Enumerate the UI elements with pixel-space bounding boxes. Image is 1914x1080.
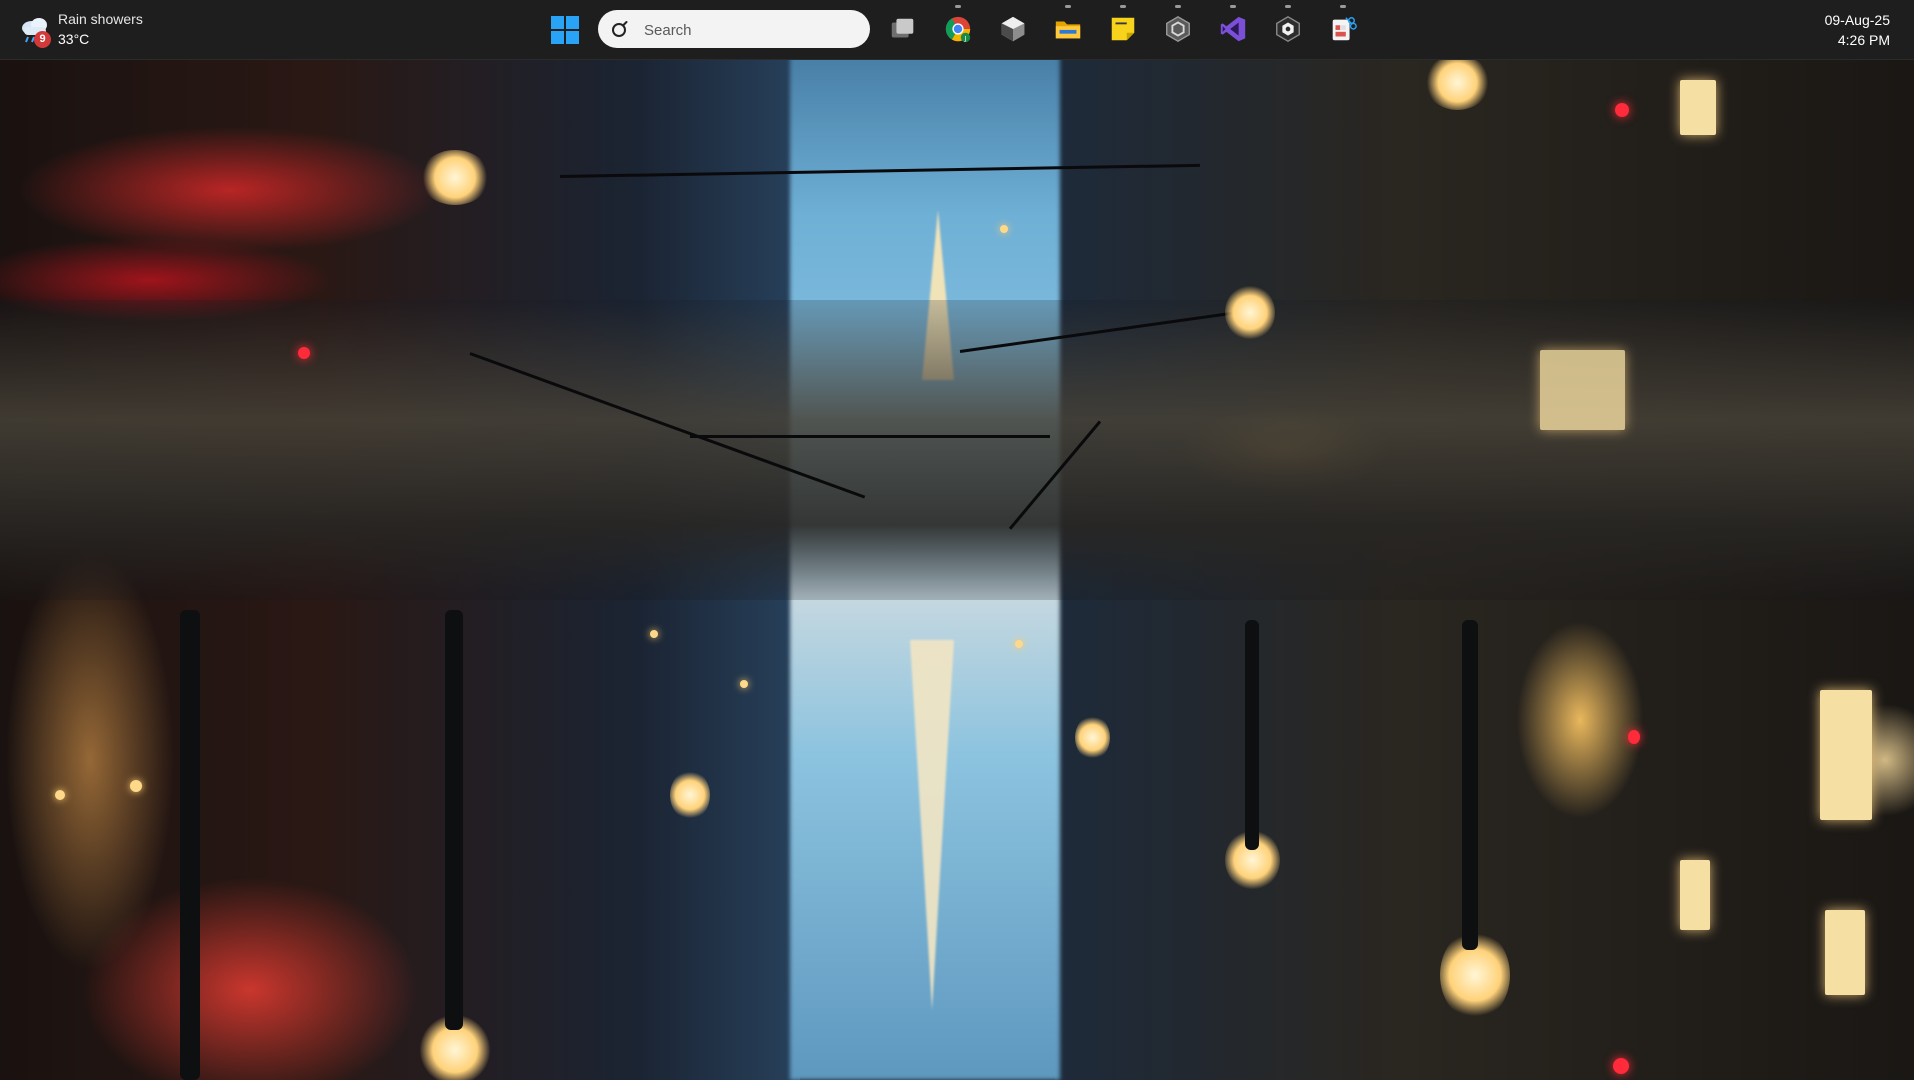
visual-studio-icon: [1220, 16, 1246, 42]
city-light: [1000, 225, 1008, 233]
task-view-button[interactable]: [883, 9, 923, 49]
start-button[interactable]: [548, 13, 582, 47]
red-light: [1613, 1058, 1629, 1074]
wallpaper-wet-pavement: [0, 300, 1914, 600]
lamp-glow: [420, 150, 490, 205]
lamp-post: [180, 610, 200, 1080]
chrome-taskbar-button[interactable]: J: [938, 5, 978, 49]
city-light: [130, 780, 142, 792]
system-clock[interactable]: 09-Aug-25 4:26 PM: [1825, 10, 1890, 50]
unity-hub-taskbar-button[interactable]: [993, 9, 1033, 49]
weather-condition: Rain showers: [58, 11, 143, 27]
file-explorer-taskbar-button[interactable]: [1048, 5, 1088, 49]
chrome-icon: J: [945, 16, 971, 42]
unity-icon: [1001, 16, 1025, 42]
weather-temperature: 33°C: [58, 31, 90, 47]
red-light: [1628, 730, 1640, 744]
snipping-tool-icon: [1332, 17, 1357, 41]
snipping-tool-taskbar-button[interactable]: [1323, 5, 1363, 49]
taskbar: 9 Rain showers 33°C Search J 09-Aug-25 4…: [0, 0, 1914, 60]
city-light: [1015, 640, 1023, 648]
lamp-post: [445, 610, 463, 1030]
window-light: [1820, 690, 1872, 820]
lamp-glow: [1075, 715, 1110, 760]
city-light: [55, 790, 65, 800]
unity-hex-dark-icon: [1276, 15, 1300, 43]
running-indicator: [955, 5, 961, 8]
unity-hex-icon: [1166, 15, 1190, 43]
running-indicator: [1230, 5, 1236, 8]
window-light: [1680, 860, 1710, 930]
sticky-notes-taskbar-button[interactable]: [1103, 5, 1143, 49]
running-indicator: [1065, 5, 1071, 8]
running-indicator: [1285, 5, 1291, 8]
lamp-glow: [1425, 55, 1490, 110]
window-light: [1540, 350, 1625, 430]
folder-icon: [1055, 21, 1081, 39]
lamp-post: [1245, 620, 1259, 850]
desktop-wallpaper: [0, 0, 1914, 1080]
clock-date: 09-Aug-25: [1824, 12, 1890, 28]
task-view-icon: [891, 18, 914, 38]
clock-time: 4:26 PM: [1837, 32, 1890, 48]
city-light: [650, 630, 658, 638]
svg-text:J: J: [964, 34, 967, 42]
running-indicator: [1340, 5, 1346, 8]
weather-widget[interactable]: 9 Rain showers 33°C: [16, 8, 186, 52]
red-light: [298, 347, 310, 359]
lamp-post: [1462, 620, 1478, 950]
windows-start-icon: [551, 16, 579, 44]
taskbar-search-box[interactable]: [598, 10, 870, 50]
weather-notification-badge: 9: [34, 31, 51, 48]
wallpaper-spire-reflection: [910, 640, 954, 1010]
window-light: [1825, 910, 1865, 995]
unity-editor-taskbar-button[interactable]: [1158, 5, 1198, 49]
unity-editor-2-taskbar-button[interactable]: [1268, 5, 1308, 49]
sticky-note-icon: [1111, 17, 1135, 41]
running-indicator: [1120, 5, 1126, 8]
city-light: [740, 680, 748, 688]
search-icon: [612, 21, 628, 37]
lamp-glow: [1225, 285, 1275, 340]
search-input[interactable]: [642, 10, 856, 50]
red-light: [1615, 103, 1629, 117]
running-indicator: [1175, 5, 1181, 8]
lamp-glow: [670, 770, 710, 820]
window-light: [1680, 80, 1716, 135]
visual-studio-taskbar-button[interactable]: [1213, 5, 1253, 49]
pavement-crack: [690, 435, 1050, 438]
